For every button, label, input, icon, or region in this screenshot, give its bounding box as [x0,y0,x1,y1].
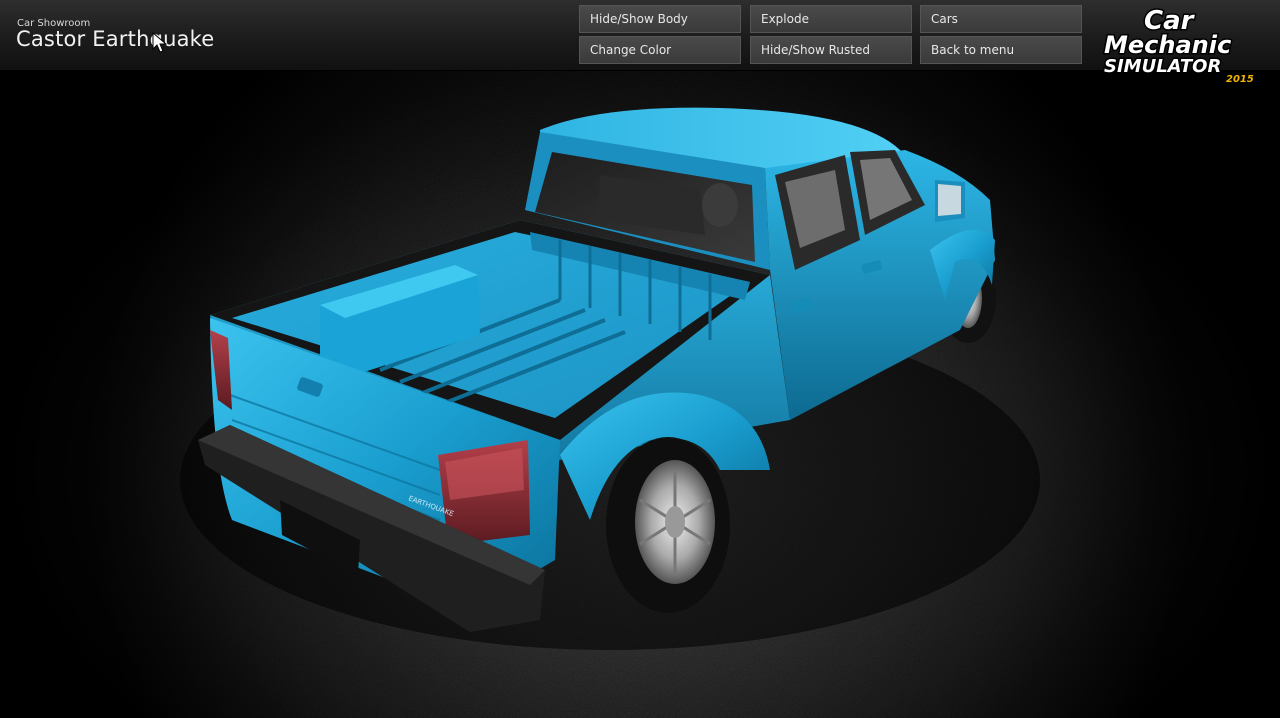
logo-year: 2015 [1226,74,1254,85]
pickup-truck-model[interactable]: EARTHQUAKE [0,0,1280,718]
logo-line-2: Mechanic [1104,31,1231,59]
car-name-title: Castor Earthquake [16,27,215,51]
change-color-button[interactable]: Change Color [579,36,741,64]
back-to-menu-button[interactable]: Back to menu [920,36,1082,64]
hide-show-body-button[interactable]: Hide/Show Body [579,5,741,33]
game-logo: Car Mechanic SIMULATOR 2015 [1103,5,1255,87]
cars-button[interactable]: Cars [920,5,1082,33]
top-bar: Car Showroom Castor Earthquake Hide/Show… [0,0,1280,71]
logo-line-3: SIMULATOR [1104,56,1221,77]
rear-near-wheel [606,437,730,613]
mouse-cursor-icon [152,32,168,53]
explode-button[interactable]: Explode [750,5,912,33]
hide-show-rusted-button[interactable]: Hide/Show Rusted [750,36,912,64]
showroom-viewport[interactable]: EARTHQUAKE Car Showroom Castor Earthquak… [0,0,1280,718]
